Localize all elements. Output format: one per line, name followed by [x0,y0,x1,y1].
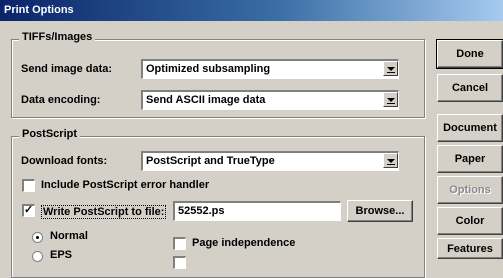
file-name-value: 52552.ps [178,205,225,217]
send-image-data-dropdown[interactable]: Optimized subsampling [141,59,399,79]
download-fonts-dropdown[interactable]: PostScript and TrueType [141,151,399,171]
chevron-down-icon[interactable] [383,61,398,76]
data-encoding-dropdown[interactable]: Send ASCII image data [141,90,399,110]
cancel-button[interactable]: Cancel [437,74,503,102]
normal-radio[interactable] [32,232,43,243]
download-fonts-value: PostScript and TrueType [146,155,275,167]
error-handler-label: Include PostScript error handler [41,179,210,191]
paper-button[interactable]: Paper [437,145,503,173]
color-button[interactable]: Color [437,207,503,235]
send-image-data-label: Send image data: [21,63,113,75]
error-handler-checkbox[interactable] [22,179,35,192]
page-independence-checkbox[interactable] [173,237,186,250]
eps-radio[interactable] [32,251,43,262]
options-button: Options [437,176,503,204]
write-to-file-label: Write PostScript to file: [41,205,167,219]
document-button[interactable]: Document [437,114,503,142]
tiffs-images-legend: TIFFs/Images [19,31,96,43]
browse-button[interactable]: Browse... [347,200,413,222]
title-bar: Print Options [0,0,503,21]
send-image-data-value: Optimized subsampling [146,63,271,75]
chevron-down-icon[interactable] [383,92,398,107]
chevron-down-icon[interactable] [383,153,398,168]
data-encoding-label: Data encoding: [21,94,101,106]
download-fonts-label: Download fonts: [21,155,108,167]
normal-label: Normal [50,230,88,242]
page-independence-label: Page independence [192,237,296,249]
eps-label: EPS [50,249,73,261]
done-button[interactable]: Done [436,39,503,69]
features-button[interactable]: Features [437,238,503,259]
file-name-input[interactable]: 52552.ps [173,201,341,221]
data-encoding-value: Send ASCII image data [146,94,266,106]
write-to-file-checkbox[interactable] [22,203,35,217]
second-option-checkbox[interactable] [173,256,186,269]
postscript-legend: PostScript [19,128,81,140]
